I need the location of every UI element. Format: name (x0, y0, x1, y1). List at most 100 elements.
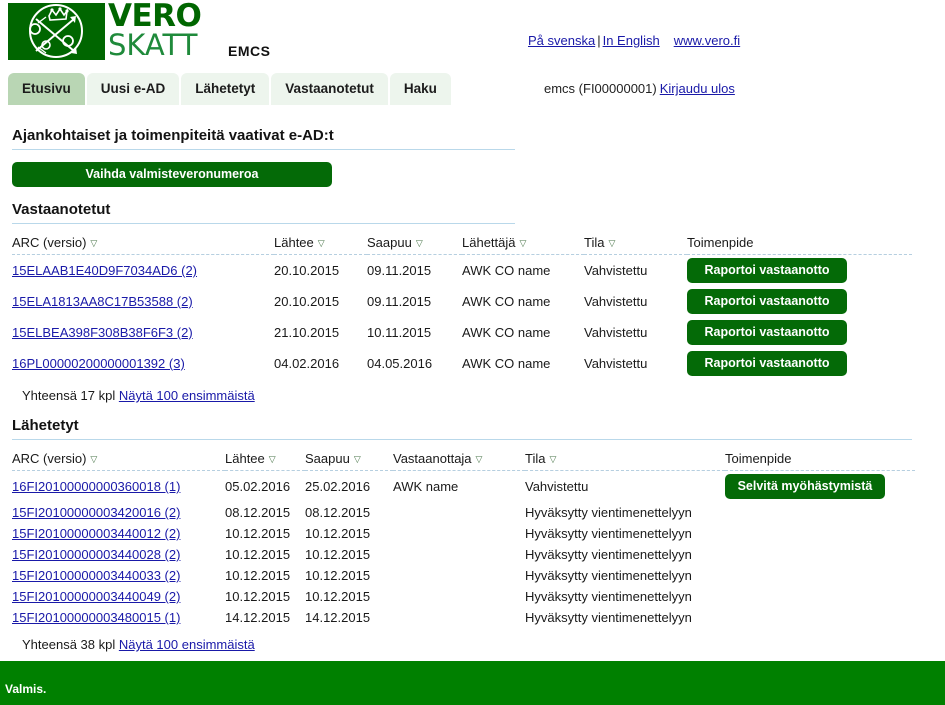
received-section-title: Vastaanotetut (12, 201, 111, 218)
table-row: 16FI20100000000360018 (1) 05.02.2016 25.… (12, 471, 915, 503)
sent-row-action (725, 607, 915, 628)
sort-caret-icon[interactable]: ▽ (354, 454, 361, 465)
main-content: Ajankohtaiset ja toimenpiteitä vaativat … (0, 105, 945, 652)
received-col-arc[interactable]: ARC (versio) ▽ (12, 232, 274, 255)
sent-row-arrival: 25.02.2016 (305, 479, 371, 494)
table-row: 15FI20100000003480015 (1) 14.12.2015 14.… (12, 607, 915, 628)
status-bar-text: Valmis. (5, 682, 47, 696)
status-bar: Valmis. (0, 661, 945, 705)
received-col-arrival[interactable]: Saapuu ▽ (367, 232, 462, 255)
logout-link[interactable]: Kirjaudu ulos (660, 81, 735, 96)
received-row-state: Vahvistettu (584, 325, 648, 340)
sent-row-arrival: 10.12.2015 (305, 568, 371, 583)
sent-row-arc-cell: 15FI20100000003440049 (2) (12, 586, 225, 607)
arc-link[interactable]: 15FI20100000003420016 (2) (12, 505, 180, 520)
logo-skatt-text: SKATT (108, 28, 198, 62)
tab-vastaanotetut[interactable]: Vastaanotetut (271, 73, 388, 105)
top-links: På svenska | In English www.vero.fi (528, 33, 740, 48)
sent-row-recipient (393, 502, 525, 523)
arc-link[interactable]: 15FI20100000003440033 (2) (12, 568, 180, 583)
received-row-arc-cell: 16PL00000200000001392 (3) (12, 348, 274, 379)
coat-of-arms-icon (8, 3, 105, 60)
report-receipt-button[interactable]: Raportoi vastaanotto (687, 258, 847, 283)
sent-col-state[interactable]: Tila ▽ (525, 448, 725, 471)
arc-link[interactable]: 15FI20100000003440049 (2) (12, 589, 180, 604)
received-row-arc-cell: 15ELBEA398F308B38F6F3 (2) (12, 317, 274, 348)
sent-row-departure: 10.12.2015 (225, 547, 291, 562)
received-show-first-100-link[interactable]: Näytä 100 ensimmäistä (119, 388, 255, 403)
sent-row-state: Hyväksytty vientimenettelyyn (525, 526, 692, 541)
received-row-action: Raportoi vastaanotto (687, 348, 912, 379)
arc-link[interactable]: 15FI20100000003480015 (1) (12, 610, 180, 625)
received-total-count: Yhteensä 17 kpl (22, 388, 116, 403)
arc-link[interactable]: 16FI20100000000360018 (1) (12, 479, 180, 494)
link-english[interactable]: In English (603, 33, 660, 48)
logo-wordmark: VERO SKATT (108, 0, 202, 62)
main-navigation-tabs: Etusivu Uusi e-AD Lähetetyt Vastaanotetu… (8, 71, 453, 105)
received-row-arrival: 09.11.2015 (367, 263, 432, 278)
sent-row-arrival: 10.12.2015 (305, 589, 371, 604)
table-row: 15ELAAB1E40D9F7034AD6 (2) 20.10.2015 09.… (12, 255, 912, 287)
received-col-state[interactable]: Tila ▽ (584, 232, 687, 255)
received-table: ARC (versio) ▽ Lähtee ▽ Saapuu ▽ Lähettäjä ▽… (12, 232, 912, 379)
sent-row-recipient (393, 523, 525, 544)
sent-row-arrival: 08.12.2015 (305, 505, 371, 520)
report-receipt-button[interactable]: Raportoi vastaanotto (687, 289, 847, 314)
sort-caret-icon[interactable]: ▽ (520, 238, 527, 249)
link-vero-fi[interactable]: www.vero.fi (674, 33, 740, 48)
change-excise-number-button[interactable]: Vaihda valmisteveronumeroa (12, 162, 332, 187)
sent-col-departure[interactable]: Lähtee ▽ (225, 448, 305, 471)
sort-caret-icon[interactable]: ▽ (416, 238, 423, 249)
table-row: 15FI20100000003440033 (2) 10.12.2015 10.… (12, 565, 915, 586)
report-receipt-button[interactable]: Raportoi vastaanotto (687, 351, 847, 376)
arc-link[interactable]: 16PL00000200000001392 (3) (12, 356, 185, 371)
arc-link[interactable]: 15FI20100000003440012 (2) (12, 526, 180, 541)
received-col-departure[interactable]: Lähtee ▽ (274, 232, 367, 255)
sent-total-count: Yhteensä 38 kpl (22, 637, 116, 652)
sent-row-departure: 14.12.2015 (225, 610, 291, 625)
explain-delay-button[interactable]: Selvitä myöhästymistä (725, 474, 885, 499)
sort-caret-icon[interactable]: ▽ (90, 454, 97, 465)
sort-caret-icon[interactable]: ▽ (318, 238, 325, 249)
sent-row-arc-cell: 16FI20100000000360018 (1) (12, 471, 225, 503)
received-row-sender: AWK CO name (462, 356, 551, 371)
received-row-action: Raportoi vastaanotto (687, 317, 912, 348)
link-swedish[interactable]: På svenska (528, 33, 595, 48)
arc-link[interactable]: 15ELBEA398F308B38F6F3 (2) (12, 325, 193, 340)
sent-row-arc-cell: 15FI20100000003440033 (2) (12, 565, 225, 586)
sort-caret-icon[interactable]: ▽ (476, 454, 483, 465)
sort-caret-icon[interactable]: ▽ (549, 454, 556, 465)
table-row: 15FI20100000003420016 (2) 08.12.2015 08.… (12, 502, 915, 523)
arc-link[interactable]: 15ELA1813AA8C17B53588 (2) (12, 294, 193, 309)
table-row: 15ELA1813AA8C17B53588 (2) 20.10.2015 09.… (12, 286, 912, 317)
arc-link[interactable]: 15ELAAB1E40D9F7034AD6 (2) (12, 263, 197, 278)
sort-caret-icon[interactable]: ▽ (608, 238, 615, 249)
received-row-action: Raportoi vastaanotto (687, 255, 912, 287)
tab-lahetetyt[interactable]: Lähetetyt (181, 73, 270, 105)
tab-uusi-e-ad[interactable]: Uusi e-AD (86, 73, 180, 105)
sent-row-action: Selvitä myöhästymistä (725, 471, 915, 503)
sent-col-recipient[interactable]: Vastaanottaja ▽ (393, 448, 525, 471)
sent-col-arc[interactable]: ARC (versio) ▽ (12, 448, 225, 471)
sent-row-arc-cell: 15FI20100000003480015 (1) (12, 607, 225, 628)
received-col-sender-label: Lähettäjä (462, 235, 516, 250)
sent-row-state: Vahvistettu (525, 479, 589, 494)
arc-link[interactable]: 15FI20100000003440028 (2) (12, 547, 180, 562)
report-receipt-button[interactable]: Raportoi vastaanotto (687, 320, 847, 345)
sort-caret-icon[interactable]: ▽ (90, 238, 97, 249)
sort-caret-icon[interactable]: ▽ (269, 454, 276, 465)
received-col-sender[interactable]: Lähettäjä ▽ (462, 232, 584, 255)
sent-col-arrival[interactable]: Saapuu ▽ (305, 448, 393, 471)
sent-row-recipient: AWK name (393, 479, 459, 494)
logo-vero-text: VERO (108, 0, 202, 34)
sent-show-first-100-link[interactable]: Näytä 100 ensimmäistä (119, 637, 255, 652)
tab-etusivu[interactable]: Etusivu (8, 73, 85, 105)
received-row-departure: 21.10.2015 (274, 325, 340, 340)
sent-row-state: Hyväksytty vientimenettelyyn (525, 505, 692, 520)
tab-haku[interactable]: Haku (389, 73, 451, 105)
received-row-arrival: 09.11.2015 (367, 294, 432, 309)
sent-row-arrival: 10.12.2015 (305, 547, 371, 562)
sent-row-action (725, 523, 915, 544)
received-col-state-label: Tila (584, 235, 605, 250)
sent-row-arrival: 10.12.2015 (305, 526, 371, 541)
